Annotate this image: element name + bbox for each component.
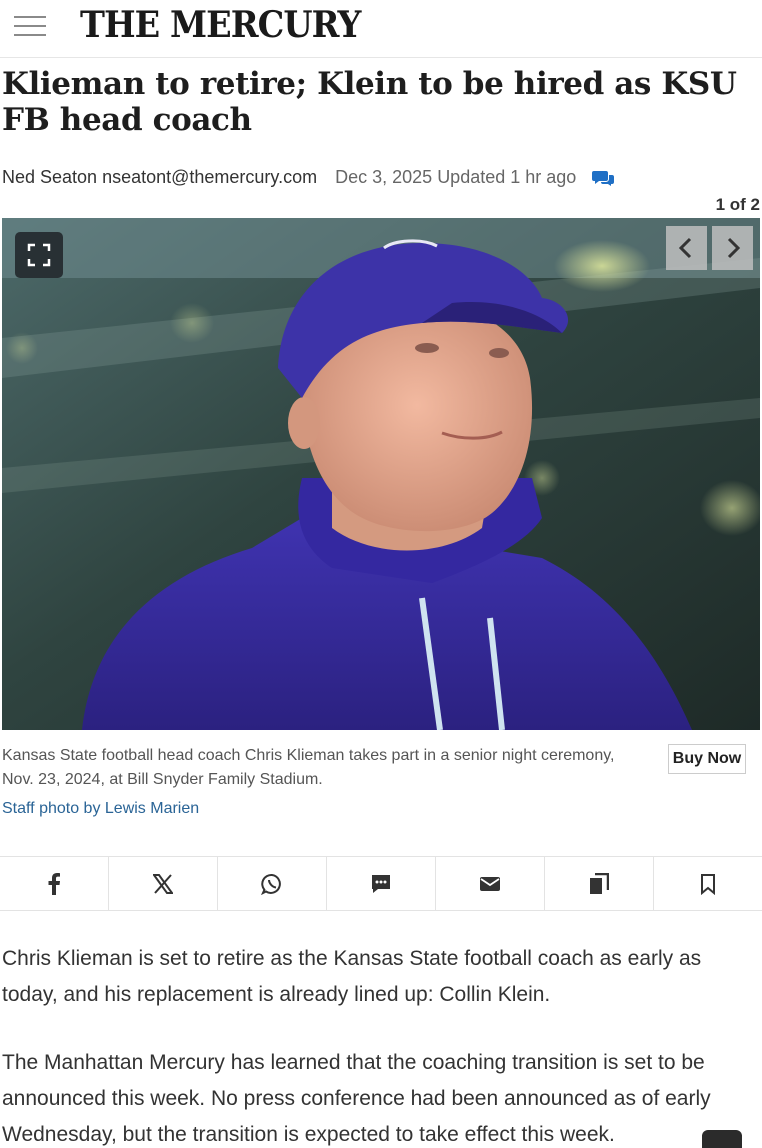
bookmark-icon[interactable] xyxy=(654,857,762,910)
byline: Ned Seaton nseatont@themercury.com Dec 3… xyxy=(2,167,616,188)
publish-date: Dec 3, 2025 xyxy=(335,167,433,187)
email-icon[interactable] xyxy=(436,857,545,910)
article-paragraph: Chris Klieman is set to retire as the Ka… xyxy=(2,947,702,1006)
copy-icon[interactable] xyxy=(545,857,654,910)
facebook-icon[interactable] xyxy=(0,857,109,910)
gallery-photo[interactable] xyxy=(2,218,760,730)
floating-action-button[interactable] xyxy=(702,1130,742,1148)
chevron-right-icon[interactable] xyxy=(712,226,753,270)
sms-icon[interactable] xyxy=(327,857,436,910)
site-header: THE MERCURY xyxy=(0,0,762,58)
x-icon[interactable] xyxy=(109,857,218,910)
updated-time: Updated 1 hr ago xyxy=(437,167,577,187)
share-bar xyxy=(0,856,762,911)
coach-photo-image xyxy=(2,218,760,730)
photo-credit[interactable]: Staff photo by Lewis Marien xyxy=(2,800,199,818)
masthead-logo[interactable]: THE MERCURY xyxy=(80,4,361,46)
gallery-counter: 1 of 2 xyxy=(715,195,760,214)
comments-icon[interactable] xyxy=(592,169,616,187)
chevron-left-icon[interactable] xyxy=(666,226,707,270)
hamburger-menu-icon[interactable] xyxy=(14,14,46,38)
photo-caption: Kansas State football head coach Chris K… xyxy=(2,747,615,788)
article-paragraph: The Manhattan Mercury has learned that t… xyxy=(2,1051,711,1146)
author-link[interactable]: Ned Seaton nseatont@themercury.com xyxy=(2,167,317,188)
buy-now-button[interactable]: Buy Now xyxy=(668,744,746,774)
article-headline: Klieman to retire; Klein to be hired as … xyxy=(2,66,737,138)
fullscreen-icon[interactable] xyxy=(15,232,63,278)
whatsapp-icon[interactable] xyxy=(218,857,327,910)
